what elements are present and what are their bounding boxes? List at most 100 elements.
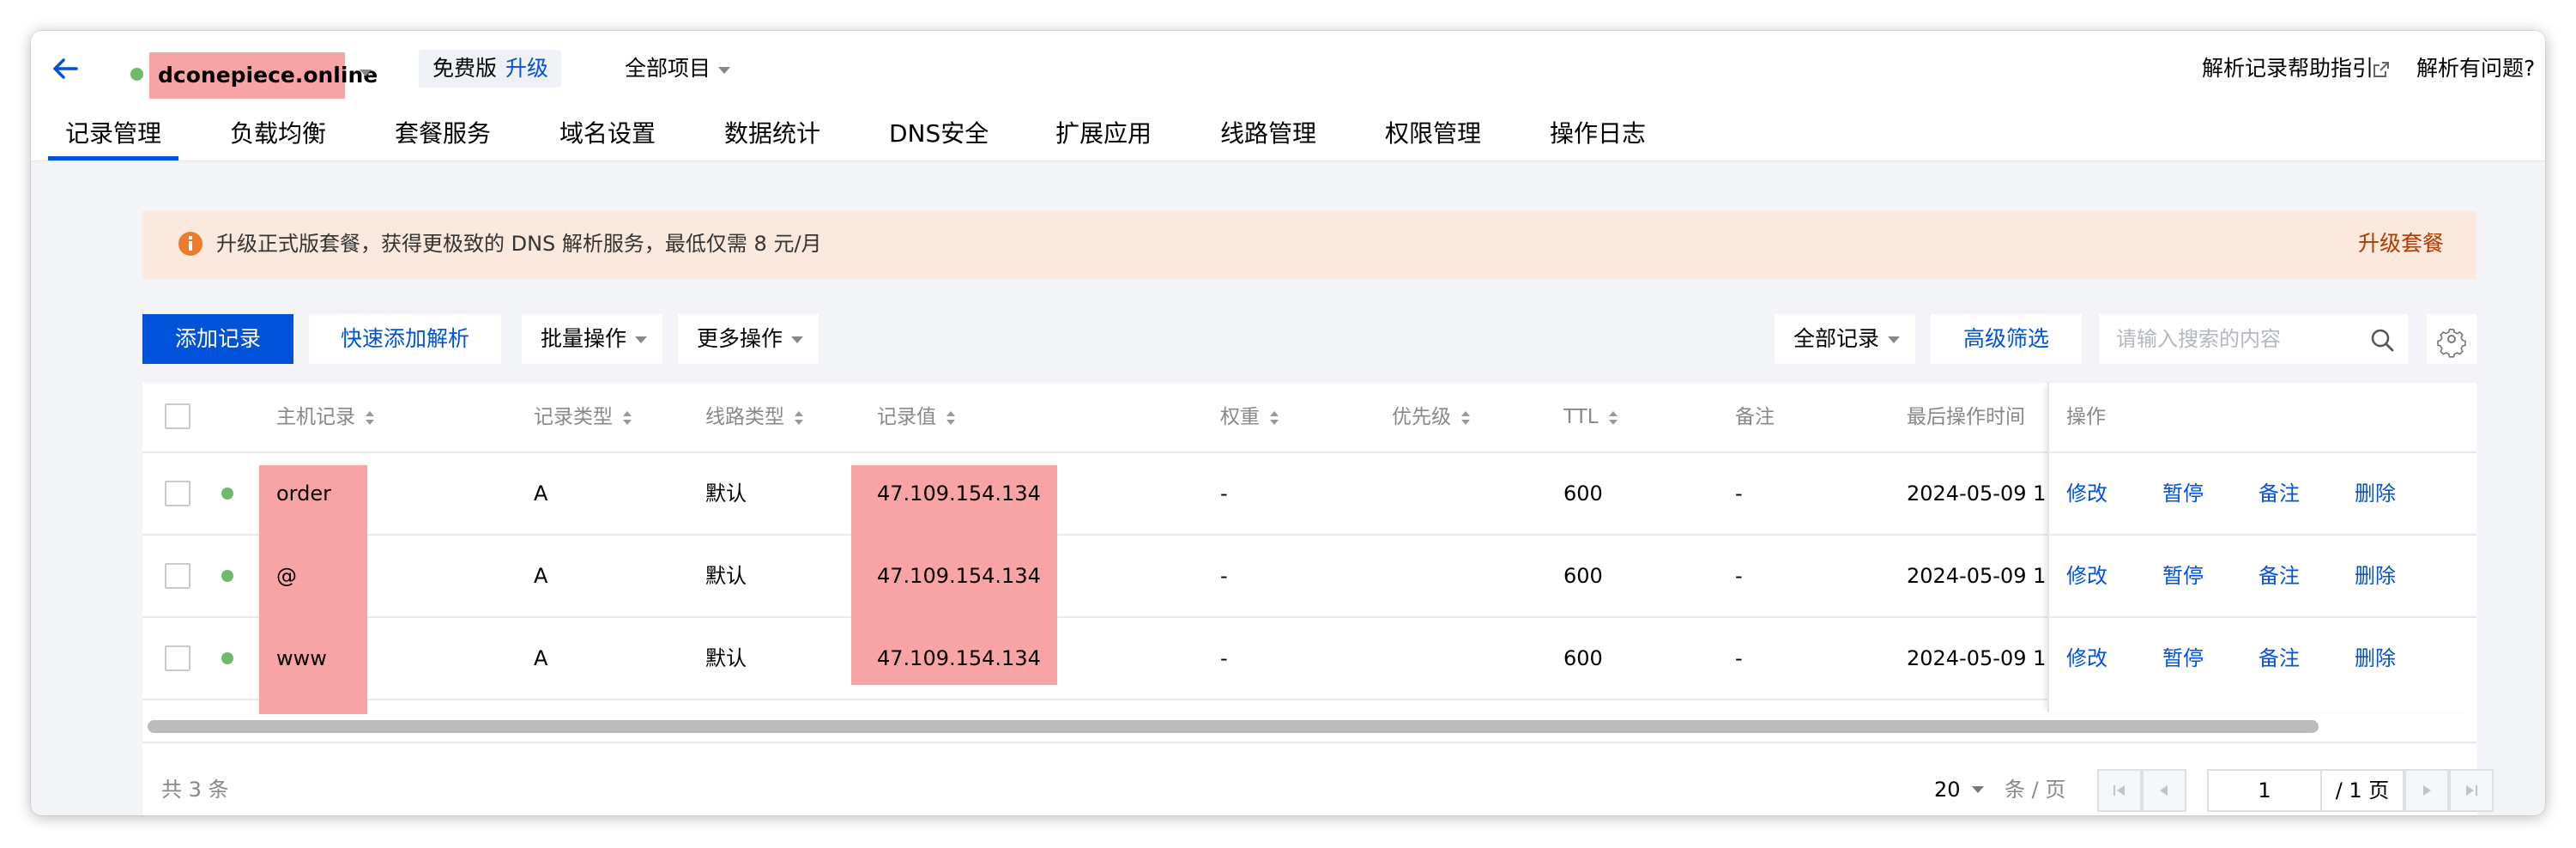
project-select[interactable]: 全部项目 bbox=[625, 50, 711, 88]
cell-ttl: 600 bbox=[1563, 482, 1603, 506]
sort-icon[interactable] bbox=[945, 409, 957, 427]
cell-updated: 2024-05-09 18 bbox=[1907, 564, 2049, 588]
cell-remark: - bbox=[1735, 564, 1743, 588]
chevron-down-icon bbox=[791, 336, 803, 343]
tab-load-balancing[interactable]: 负载均衡 bbox=[230, 115, 326, 153]
plan-badge: 免费版 升级 bbox=[419, 50, 561, 88]
cell-type: A bbox=[534, 482, 548, 506]
info-icon bbox=[177, 230, 204, 257]
per-page-label: 条 / 页 bbox=[2005, 778, 2066, 802]
tab-permission-management[interactable]: 权限管理 bbox=[1385, 115, 1481, 153]
sort-icon[interactable] bbox=[621, 409, 633, 427]
sort-icon[interactable] bbox=[364, 409, 376, 427]
search-input[interactable] bbox=[2099, 314, 2356, 364]
search-icon[interactable] bbox=[2370, 328, 2394, 352]
cell-host: order bbox=[276, 482, 331, 506]
column-header-weight[interactable]: 权重 bbox=[1220, 383, 1280, 451]
scrollbar-thumb[interactable] bbox=[148, 720, 2319, 733]
tab-operation-log[interactable]: 操作日志 bbox=[1550, 115, 1646, 153]
column-label: 线路类型 bbox=[705, 406, 784, 428]
chevron-down-icon[interactable] bbox=[1970, 784, 1986, 795]
sort-icon[interactable] bbox=[1268, 409, 1280, 427]
back-arrow-icon[interactable] bbox=[48, 51, 82, 86]
sort-icon[interactable] bbox=[793, 409, 805, 427]
chevron-down-icon bbox=[635, 336, 647, 343]
next-page-button[interactable] bbox=[2404, 769, 2449, 812]
table-footer-divider bbox=[142, 742, 2476, 743]
delete-link[interactable]: 删除 bbox=[2355, 617, 2396, 700]
external-link-icon[interactable] bbox=[2372, 60, 2391, 79]
quick-add-button[interactable]: 快速添加解析 bbox=[309, 314, 501, 364]
remark-link[interactable]: 备注 bbox=[2259, 452, 2300, 535]
remark-link[interactable]: 备注 bbox=[2259, 617, 2300, 700]
delete-link[interactable]: 删除 bbox=[2355, 535, 2396, 617]
first-page-icon bbox=[2113, 785, 2125, 796]
all-records-label: 全部记录 bbox=[1793, 326, 1880, 351]
column-header-ttl[interactable]: TTL bbox=[1563, 383, 1619, 451]
column-header-host[interactable]: 主机记录 bbox=[276, 383, 376, 451]
edit-link[interactable]: 修改 bbox=[2066, 452, 2107, 535]
row-checkbox[interactable] bbox=[165, 563, 190, 589]
domain-name[interactable]: dconepiece.online bbox=[158, 56, 378, 95]
tab-domain-settings[interactable]: 域名设置 bbox=[559, 115, 656, 153]
sort-icon[interactable] bbox=[1607, 409, 1619, 427]
cell-remark: - bbox=[1735, 482, 1743, 506]
page-number-input[interactable] bbox=[2207, 769, 2322, 812]
column-header-priority[interactable]: 优先级 bbox=[1392, 383, 1472, 451]
tab-record-management[interactable]: 记录管理 bbox=[65, 115, 161, 153]
first-page-button[interactable] bbox=[2097, 769, 2142, 812]
pause-link[interactable]: 暂停 bbox=[2162, 617, 2204, 700]
edit-link[interactable]: 修改 bbox=[2066, 617, 2107, 700]
column-label: 记录值 bbox=[877, 406, 936, 428]
column-label: TTL bbox=[1563, 406, 1599, 428]
column-header-remark: 备注 bbox=[1735, 406, 1775, 428]
advanced-filter-button[interactable]: 高级筛选 bbox=[1931, 314, 2082, 364]
tab-dns-security[interactable]: DNS安全 bbox=[889, 115, 989, 153]
sort-icon[interactable] bbox=[1460, 409, 1472, 427]
cell-line: 默认 bbox=[705, 482, 747, 506]
chevron-down-icon[interactable] bbox=[355, 63, 376, 83]
column-header-type[interactable]: 记录类型 bbox=[534, 383, 633, 451]
delete-link[interactable]: 删除 bbox=[2355, 452, 2396, 535]
more-operations-dropdown[interactable]: 更多操作 bbox=[678, 314, 819, 364]
cell-ttl: 600 bbox=[1563, 564, 1603, 588]
next-page-icon bbox=[2423, 785, 2431, 796]
notice-text: 升级正式版套餐，获得更极致的 DNS 解析服务，最低仅需 8 元/月 bbox=[216, 232, 822, 256]
select-all-checkbox[interactable] bbox=[165, 403, 190, 429]
batch-operation-dropdown[interactable]: 批量操作 bbox=[522, 314, 662, 364]
settings-button[interactable] bbox=[2427, 314, 2476, 364]
pause-link[interactable]: 暂停 bbox=[2162, 535, 2204, 617]
edit-link[interactable]: 修改 bbox=[2066, 535, 2107, 617]
status-dot bbox=[221, 488, 233, 500]
tab-line-management[interactable]: 线路管理 bbox=[1220, 115, 1316, 153]
cell-value: 47.109.154.134 bbox=[877, 646, 1041, 670]
help-guide-link[interactable]: 解析记录帮助指引 bbox=[2202, 50, 2373, 88]
resolve-problem-link[interactable]: 解析有问题? bbox=[2416, 50, 2535, 88]
cell-value: 47.109.154.134 bbox=[877, 482, 1041, 506]
total-count: 共 3 条 bbox=[161, 778, 229, 802]
all-records-dropdown[interactable]: 全部记录 bbox=[1775, 314, 1915, 364]
chevron-down-icon bbox=[1888, 336, 1900, 343]
column-header-line[interactable]: 线路类型 bbox=[705, 383, 805, 451]
add-record-button[interactable]: 添加记录 bbox=[142, 314, 293, 364]
tab-plan-service[interactable]: 套餐服务 bbox=[395, 115, 491, 153]
active-tab-indicator bbox=[48, 156, 178, 161]
upgrade-plan-link[interactable]: 升级套餐 bbox=[2358, 227, 2444, 261]
upgrade-link[interactable]: 升级 bbox=[505, 56, 548, 81]
column-header-value[interactable]: 记录值 bbox=[877, 383, 957, 451]
prev-page-button[interactable] bbox=[2142, 769, 2186, 812]
chevron-down-icon[interactable] bbox=[714, 60, 735, 81]
row-checkbox[interactable] bbox=[165, 481, 190, 506]
row-checkbox[interactable] bbox=[165, 645, 190, 671]
tab-statistics[interactable]: 数据统计 bbox=[724, 115, 820, 153]
status-dot bbox=[221, 652, 233, 664]
cell-weight: - bbox=[1220, 482, 1228, 506]
column-label: 最后操作时间 bbox=[1907, 406, 2025, 428]
tab-extensions[interactable]: 扩展应用 bbox=[1055, 115, 1152, 153]
column-header-updated[interactable]: 最后操作时间 bbox=[1907, 383, 2025, 451]
cell-line: 默认 bbox=[705, 646, 747, 670]
remark-link[interactable]: 备注 bbox=[2259, 535, 2300, 617]
pause-link[interactable]: 暂停 bbox=[2162, 452, 2204, 535]
last-page-button[interactable] bbox=[2449, 769, 2494, 812]
page-size-select[interactable]: 20 bbox=[1934, 771, 1961, 809]
